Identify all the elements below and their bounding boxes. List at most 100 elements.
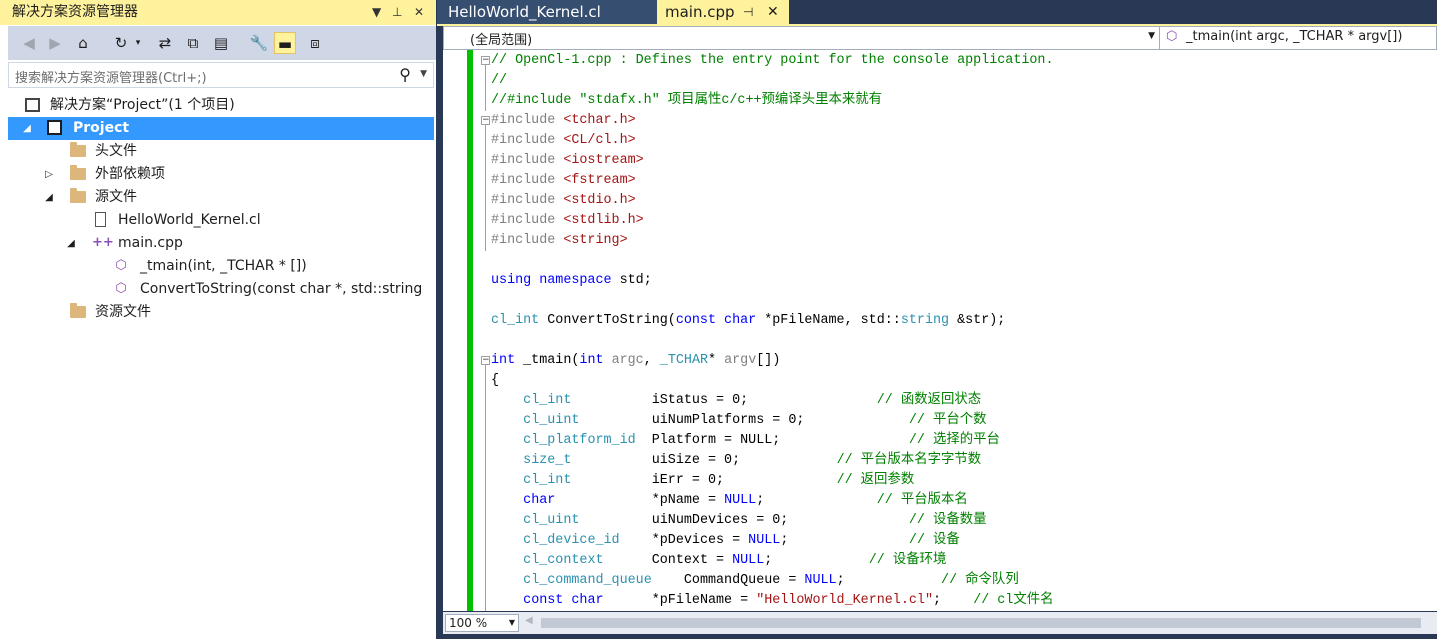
code-line: #include <iostream>	[491, 151, 1054, 171]
history-dropdown-icon[interactable]: ▾	[132, 32, 144, 54]
code-line: #include <stdio.h>	[491, 191, 1054, 211]
collapse-arrow-icon[interactable]: ◢	[64, 232, 78, 255]
code-token: const char	[675, 313, 757, 328]
tab-kernel-file[interactable]: HelloWorld_Kernel.cl	[437, 0, 657, 24]
fold-line	[485, 125, 486, 251]
function-cube-icon: ⬡	[115, 281, 127, 296]
code-token: #include	[491, 173, 564, 188]
horizontal-scrollbar[interactable]: ◀	[523, 615, 1435, 631]
code-token: {	[491, 373, 500, 388]
fold-toggle-icon[interactable]: −	[481, 356, 490, 365]
properties-icon[interactable]: 🔧	[248, 32, 270, 54]
code-token: cl_uint	[523, 413, 580, 428]
search-icon[interactable]: ⚲	[399, 65, 411, 84]
tree-node-label: 外部依赖项	[95, 166, 165, 182]
code-area[interactable]: − − − // OpenCl-1.cpp : Defines the entr…	[443, 50, 1437, 611]
show-all-files-icon[interactable]: ▤	[210, 32, 232, 54]
code-token: uiSize = 0;	[571, 453, 837, 468]
close-icon[interactable]: ✕	[414, 0, 424, 25]
pin-icon[interactable]: ⊥	[392, 0, 402, 25]
scrollbar-thumb[interactable]	[541, 618, 1421, 628]
preview-icon[interactable]: ▬	[274, 32, 296, 54]
code-line: cl_uint uiNumDevices = 0; // 设备数量	[491, 511, 1054, 531]
tree-node-label: 解决方案“Project”(1 个项目)	[50, 97, 235, 113]
history-icon[interactable]: ↻	[110, 32, 132, 54]
code-line: //	[491, 71, 1054, 91]
code-token: // 设备	[908, 533, 960, 548]
search-dropdown-icon[interactable]: ▼	[420, 69, 427, 79]
editor-status-bar: 100 % ▼ ◀	[443, 612, 1437, 634]
code-line: cl_int ConvertToString(const char *pFile…	[491, 311, 1054, 331]
folder-icon	[70, 165, 88, 183]
code-line: char *pName = NULL; // 平台版本名	[491, 491, 1054, 511]
tab-label: HelloWorld_Kernel.cl	[448, 3, 601, 21]
code-token: *	[708, 353, 725, 368]
search-placeholder: 搜索解决方案资源管理器(Ctrl+;)	[15, 71, 207, 86]
home-icon[interactable]: ⌂	[72, 32, 94, 54]
code-token: // 设备数量	[908, 513, 987, 528]
function-cube-icon: ⬡	[115, 258, 127, 273]
back-icon[interactable]: ◀	[18, 32, 40, 54]
tree-node-label: ConvertToString(const char *, std::strin…	[140, 281, 423, 297]
code-token: <iostream>	[563, 153, 644, 168]
code-token: const char	[523, 593, 604, 608]
collapse-all-icon[interactable]: ⧉	[182, 32, 204, 54]
tree-node-label: _tmain(int, _TCHAR * [])	[140, 258, 307, 274]
change-tracking-bar	[467, 50, 473, 611]
code-token: NULL	[724, 493, 757, 508]
code-token: <CL/cl.h>	[563, 133, 636, 148]
tree-node-project[interactable]: ◢ Project	[8, 117, 434, 140]
code-line: cl_int iErr = 0; // 返回参数	[491, 471, 1054, 491]
member-dropdown[interactable]: ⬡ _tmain(int argc, _TCHAR * argv[])	[1160, 27, 1437, 49]
code-token: cl_command_queue	[523, 573, 652, 588]
tree-node-label: main.cpp	[118, 235, 183, 251]
code-token: ;	[764, 553, 869, 568]
code-token: // OpenCl-1.cpp : Defines the entry poin…	[491, 53, 1054, 68]
code-token: // 命令队列	[941, 573, 1019, 588]
fold-toggle-icon[interactable]: −	[481, 56, 490, 65]
code-token: cl_int	[523, 473, 572, 488]
sync-icon[interactable]: ⇄	[154, 32, 176, 54]
expand-arrow-icon[interactable]: ▷	[42, 163, 56, 186]
code-token: // 平台版本名字字节数	[836, 453, 982, 468]
chevron-down-icon[interactable]: ▼	[1148, 31, 1155, 41]
collapse-arrow-icon[interactable]: ◢	[42, 186, 56, 209]
fold-toggle-icon[interactable]: −	[481, 116, 490, 125]
code-token: //	[491, 73, 508, 88]
fold-line	[485, 365, 486, 611]
tab-main-cpp[interactable]: main.cpp ⊣ ✕	[657, 0, 789, 24]
collapse-arrow-icon[interactable]: ◢	[20, 117, 34, 140]
solution-search-box[interactable]: 搜索解决方案资源管理器(Ctrl+;) ⚲ ▼	[8, 62, 434, 88]
close-icon[interactable]: ✕	[767, 0, 779, 24]
chevron-down-icon[interactable]: ▼	[509, 615, 515, 631]
code-line: {	[491, 371, 1054, 391]
solution-icon	[24, 96, 42, 114]
code-token: CommandQueue =	[651, 573, 805, 588]
code-token: std;	[611, 273, 652, 288]
zoom-dropdown[interactable]: 100 % ▼	[445, 614, 519, 632]
folder-icon	[70, 303, 88, 321]
code-token: *pFileName =	[603, 593, 757, 608]
folder-icon	[70, 188, 88, 206]
forward-icon[interactable]: ▶	[44, 32, 66, 54]
scope-dropdown[interactable]: (全局范围) ▼	[444, 27, 1160, 49]
code-token: size_t	[523, 453, 572, 468]
code-token: <string>	[563, 233, 628, 248]
code-token: #include	[491, 233, 564, 248]
code-token: <fstream>	[563, 173, 636, 188]
dropdown-arrow-icon[interactable]: ▼	[372, 0, 381, 25]
pin-icon[interactable]: ⊣	[743, 0, 753, 24]
scroll-left-icon[interactable]: ◀	[525, 615, 533, 626]
code-lines: // OpenCl-1.cpp : Defines the entry poin…	[491, 51, 1054, 611]
code-token: cl_int	[491, 313, 540, 328]
code-token: _tmain(	[515, 353, 580, 368]
code-line: const char *pFileName = "HelloWorld_Kern…	[491, 591, 1053, 611]
code-line: #include <CL/cl.h>	[491, 131, 1054, 151]
class-view-icon[interactable]: ⧈	[304, 32, 326, 54]
